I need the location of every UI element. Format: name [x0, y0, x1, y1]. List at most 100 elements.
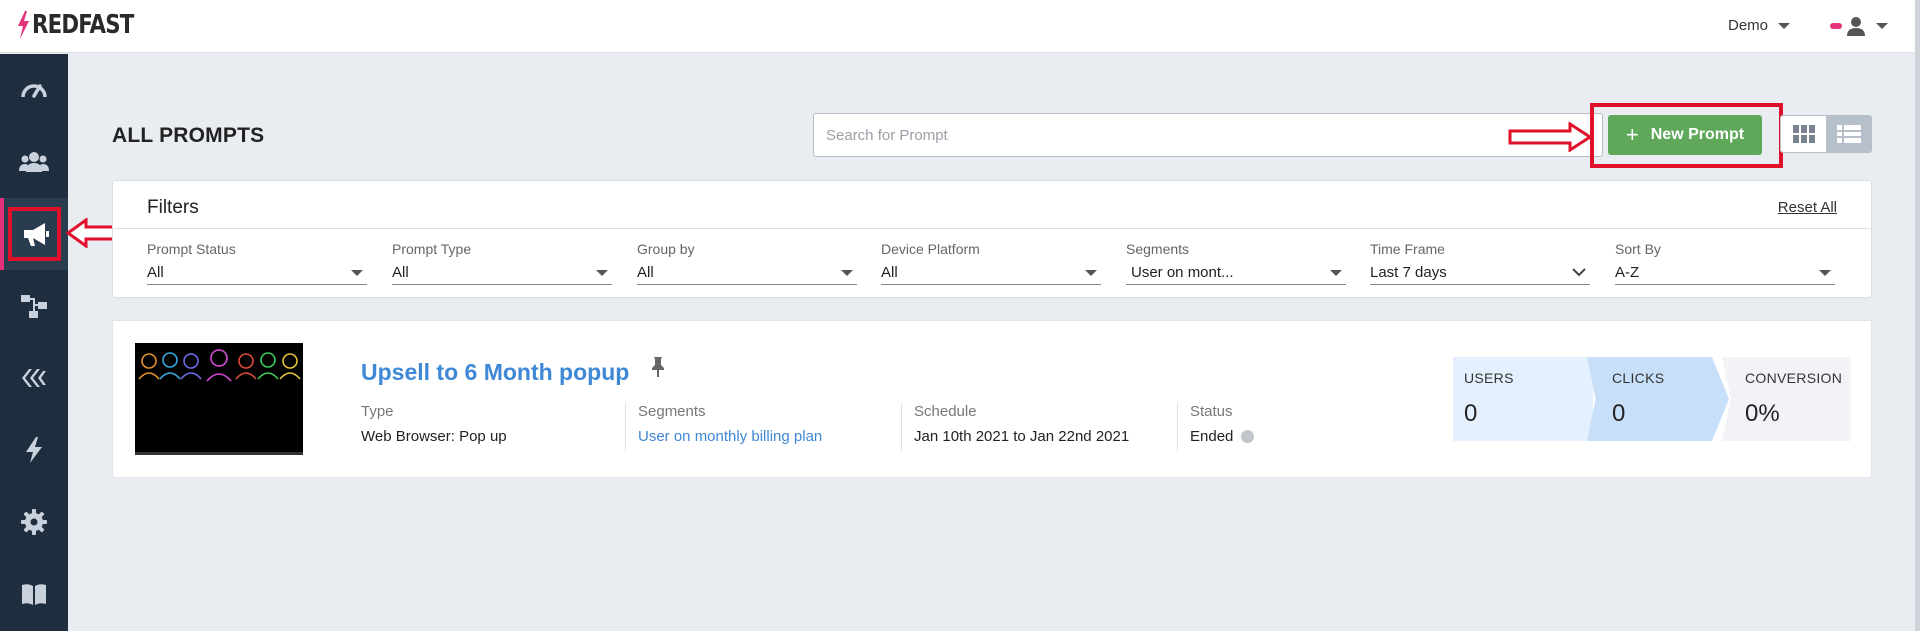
- bolt-icon: [26, 437, 42, 463]
- layers-icon: [22, 369, 46, 387]
- status-value-row: Ended: [1190, 428, 1255, 445]
- filter-prompt-status: Prompt Status All: [147, 241, 367, 285]
- book-icon: [22, 584, 46, 605]
- prompt-thumbnail-image: [135, 343, 303, 455]
- users-icon: [19, 152, 49, 172]
- sidebar-item-docs[interactable]: [0, 558, 68, 630]
- search-input[interactable]: [813, 113, 1603, 157]
- list-view-button[interactable]: [1826, 116, 1871, 152]
- stat-label: CONVERSION: [1745, 370, 1843, 386]
- filters-panel: Filters Reset All Prompt Status All Prom…: [112, 180, 1872, 298]
- prompt-type-select[interactable]: All: [392, 261, 612, 285]
- top-bar: REDFAST Demo: [0, 0, 1915, 53]
- grid-icon: [1792, 125, 1815, 143]
- filter-segments: Segments User on mont...: [1126, 241, 1346, 285]
- prompt-status-select[interactable]: All: [147, 261, 367, 285]
- type-label: Type: [361, 403, 394, 420]
- sort-by-select[interactable]: A-Z: [1615, 261, 1835, 285]
- stat-value: 0%: [1745, 400, 1780, 427]
- filter-label: Sort By: [1615, 241, 1661, 257]
- megaphone-icon: [24, 223, 49, 246]
- prompt-type: Type Web Browser: Pop up: [361, 403, 507, 451]
- caret-down-icon: [596, 269, 608, 276]
- filter-label: Time Frame: [1370, 241, 1445, 257]
- view-toggle: [1780, 115, 1872, 153]
- caret-down-icon: [1330, 269, 1342, 276]
- status-indicator: [1241, 430, 1255, 443]
- stat-clicks: CLICKS 0: [1587, 357, 1729, 441]
- sidebar-item-flows[interactable]: [0, 270, 68, 342]
- caret-down-icon: [841, 269, 853, 276]
- prompt-stats: USERS 0 CLICKS 0 CONVERSION 0%: [1453, 357, 1851, 441]
- filter-value: A-Z: [1615, 264, 1640, 281]
- dashboard-icon: [21, 84, 47, 98]
- filter-value: All: [881, 264, 898, 281]
- filter-label: Prompt Status: [147, 241, 236, 257]
- annotation-arrow-right-icon: [1508, 122, 1592, 152]
- caret-down-icon: [1085, 269, 1097, 276]
- prompt-thumbnail[interactable]: [135, 343, 303, 455]
- group-by-select[interactable]: All: [637, 261, 857, 285]
- filter-value: All: [147, 264, 164, 281]
- time-frame-select[interactable]: Last 7 days: [1370, 261, 1590, 285]
- sidebar-item-activity[interactable]: [0, 414, 68, 486]
- sidebar-item-settings[interactable]: [0, 486, 68, 558]
- stat-value: 0: [1612, 400, 1626, 427]
- stat-label: CLICKS: [1612, 370, 1665, 386]
- filters-title: Filters: [147, 197, 199, 218]
- segments-select[interactable]: User on mont...: [1126, 261, 1346, 285]
- schedule-label: Schedule: [914, 403, 977, 420]
- user-menu[interactable]: [1830, 16, 1888, 36]
- segments-link[interactable]: User on monthly billing plan: [638, 428, 822, 445]
- account-label: Demo: [1728, 17, 1769, 34]
- sidebar-item-users[interactable]: [0, 126, 68, 198]
- filter-prompt-type: Prompt Type All: [392, 241, 612, 285]
- device-platform-select[interactable]: All: [881, 261, 1101, 285]
- account-dropdown[interactable]: Demo: [1728, 17, 1791, 34]
- filter-label: Device Platform: [881, 241, 980, 257]
- status-label: Status: [1190, 403, 1233, 420]
- filter-value: User on mont...: [1131, 264, 1234, 281]
- sidebar-item-dashboard[interactable]: [0, 54, 68, 126]
- sidebar: [0, 54, 68, 631]
- flow-icon: [21, 295, 47, 318]
- plus-icon: +: [1625, 122, 1639, 147]
- scrollbar[interactable]: [1915, 0, 1920, 631]
- filter-device-platform: Device Platform All: [881, 241, 1101, 285]
- chevron-down-icon: [1778, 22, 1791, 29]
- schedule-value: Jan 10th 2021 to Jan 22nd 2021: [914, 428, 1130, 445]
- stat-users: USERS 0: [1453, 357, 1593, 441]
- filter-value: All: [637, 264, 654, 281]
- prompt-schedule: Schedule Jan 10th 2021 to Jan 22nd 2021: [901, 403, 1129, 451]
- stat-label: USERS: [1464, 370, 1514, 386]
- sidebar-item-integrations[interactable]: [0, 342, 68, 414]
- notification-indicator: [1830, 23, 1842, 29]
- user-icon: [1847, 17, 1865, 36]
- prompt-card[interactable]: Upsell to 6 Month popup Type Web Browser…: [112, 320, 1872, 478]
- segments-label: Segments: [638, 403, 706, 420]
- sidebar-item-prompts[interactable]: [0, 198, 68, 270]
- filter-label: Group by: [637, 241, 695, 257]
- bolt-logo-icon: [18, 11, 29, 39]
- type-value: Web Browser: Pop up: [361, 428, 507, 445]
- stat-conversion: CONVERSION 0%: [1722, 357, 1851, 441]
- filter-label: Prompt Type: [392, 241, 472, 257]
- status-value: Ended: [1190, 428, 1234, 445]
- pin-icon[interactable]: [649, 356, 667, 378]
- grid-view-button[interactable]: [1781, 116, 1826, 152]
- new-prompt-label: New Prompt: [1650, 126, 1745, 143]
- reset-all-link[interactable]: Reset All: [1778, 199, 1837, 216]
- chevron-down-icon: [1572, 268, 1586, 277]
- divider: [113, 228, 1871, 229]
- filter-label: Segments: [1126, 241, 1190, 257]
- brand-logo[interactable]: REDFAST: [16, 10, 156, 40]
- caret-down-icon: [1819, 269, 1831, 276]
- brand-name: REDFAST: [32, 10, 134, 40]
- new-prompt-button[interactable]: + New Prompt: [1608, 115, 1762, 155]
- prompt-title-link[interactable]: Upsell to 6 Month popup: [361, 359, 629, 386]
- page-title: ALL PROMPTS: [112, 124, 265, 147]
- filter-group-by: Group by All: [637, 241, 857, 285]
- list-icon: [1836, 125, 1861, 143]
- filter-value: All: [392, 264, 409, 281]
- filter-sort-by: Sort By A-Z: [1615, 241, 1835, 285]
